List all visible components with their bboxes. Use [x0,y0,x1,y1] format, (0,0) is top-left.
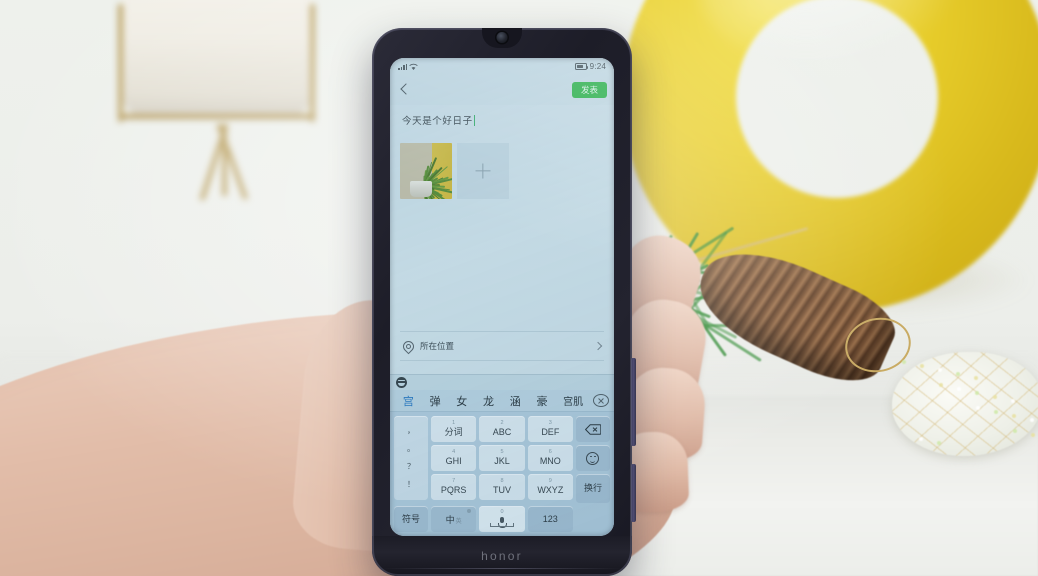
key-2[interactable]: 2 ABC [479,416,525,442]
key-4-label: GHI [445,455,462,466]
keypad-bottom-row: 符号 中 英 0 123 [390,503,614,532]
lang-zh-label: 中 [445,514,455,525]
symbols-key[interactable]: 符号 [394,506,428,532]
status-bar: 9:24 [390,58,614,75]
photo-attachments [400,143,604,199]
post-text-input[interactable]: 今天是个好日子 [400,105,604,133]
enter-label: 换行 [583,483,602,493]
phone-screen: 9:24 发表 今天是个好日子 所在位置 宫 弹 女 龙 涵 豪 宫肌 ， 。 … [390,58,614,536]
backspace-key[interactable] [575,416,610,442]
key-4-number: 4 [452,449,456,456]
glitter-ornament [892,352,1038,456]
phone-chin: honor [372,536,632,576]
close-circle-icon[interactable] [593,394,610,407]
key-3-label: DEF [541,426,560,437]
enter-key[interactable]: 换行 [575,474,610,503]
key-1[interactable]: 1 分词 [431,416,477,442]
attached-photo-thumbnail[interactable] [400,143,452,199]
key-7-number: 7 [452,478,456,485]
punctuation-key[interactable]: ， 。 ？ ！ [394,416,428,500]
punct-exclaim: ！ [407,480,415,489]
chin-rim [382,568,622,569]
honor-logo: honor [481,549,523,563]
post-text-value: 今天是个好日子 [402,116,473,127]
key-2-number: 2 [500,420,504,427]
language-toggle-key[interactable]: 中 英 [431,506,477,532]
key-7[interactable]: 7 PQRS [431,474,477,500]
candidate-4[interactable]: 涵 [502,393,529,409]
compose-area: 今天是个好日子 所在位置 [390,105,614,374]
front-camera-icon [496,32,508,43]
location-label: 所在位置 [420,341,455,351]
key-3[interactable]: 3 DEF [527,416,573,442]
key-6-number: 6 [548,449,552,456]
numbers-label: 123 [542,513,558,524]
power-button[interactable] [631,464,636,522]
key-2-label: ABC [492,426,512,437]
volume-button[interactable] [631,358,636,446]
symbols-label: 符号 [401,513,420,524]
punct-period: 。 [407,444,415,453]
status-clock: 9:24 [589,62,606,71]
candidate-3[interactable]: 龙 [475,393,502,409]
key-7-label: PQRS [440,484,467,495]
app-navbar: 发表 [390,75,614,105]
candidate-6[interactable]: 宫肌 [555,393,591,408]
numbers-key[interactable]: 123 [527,506,573,532]
key-8[interactable]: 8 TUV [479,474,525,500]
text-caret [473,114,475,126]
lang-en-label: 英 [455,518,462,525]
space-key[interactable]: 0 [479,506,525,532]
compose-toolbar [390,374,614,390]
chevron-left-icon[interactable] [397,82,413,98]
key-8-number: 8 [500,478,504,485]
location-row[interactable]: 所在位置 [400,331,604,360]
space-number: 0 [500,509,504,516]
keyboard-emoji-key[interactable] [575,445,610,471]
compose-spacer [400,199,604,331]
send-button[interactable]: 发表 [571,81,607,99]
chevron-right-icon [594,342,602,350]
key-5-label: JKL [494,455,510,466]
battery-icon [574,63,589,70]
emoji-face-icon[interactable] [396,377,407,388]
wifi-icon [409,63,419,70]
candidate-2[interactable]: 女 [448,393,475,409]
key-5[interactable]: 5 JKL [479,445,525,471]
phone-device: 9:24 发表 今天是个好日子 所在位置 宫 弹 女 龙 涵 豪 宫肌 ， 。 … [372,28,636,576]
badge-dot-icon [467,509,472,513]
key-6-label: MNO [539,455,561,466]
key-9-label: WXYZ [537,484,564,495]
candidate-5[interactable]: 豪 [529,393,556,409]
white-planter-on-tripod [96,0,336,204]
key-1-number: 1 [452,420,456,427]
punct-comma: ， [407,426,415,435]
punct-question: ？ [407,462,415,471]
key-4[interactable]: 4 GHI [431,445,477,471]
add-photo-button[interactable] [457,143,509,199]
candidate-1[interactable]: 弹 [422,393,449,409]
signal-bars-icon [398,63,408,70]
chinese-t9-keyboard: 宫 弹 女 龙 涵 豪 宫肌 ， 。 ？ ！ 1 分词 2 ABC 3 DEF … [390,390,614,536]
space-underline [489,522,514,528]
key-8-label: TUV [492,484,511,495]
enter-key-spacer [576,506,610,532]
keypad-grid: ， 。 ？ ！ 1 分词 2 ABC 3 DEF 4 GHI 5 JKL 6 M… [390,412,614,503]
key-9[interactable]: 9 WXYZ [527,474,573,500]
candidate-bar: 宫 弹 女 龙 涵 豪 宫肌 [390,390,614,412]
backspace-icon [584,423,601,435]
location-pin-icon [402,341,413,352]
key-6[interactable]: 6 MNO [527,445,573,471]
key-3-number: 3 [548,420,552,427]
candidate-0[interactable]: 宫 [395,393,422,409]
key-5-number: 5 [500,449,504,456]
key-9-number: 9 [548,478,552,485]
next-row-partial[interactable] [400,360,604,374]
smiley-icon [586,451,600,465]
key-1-label: 分词 [444,426,463,437]
